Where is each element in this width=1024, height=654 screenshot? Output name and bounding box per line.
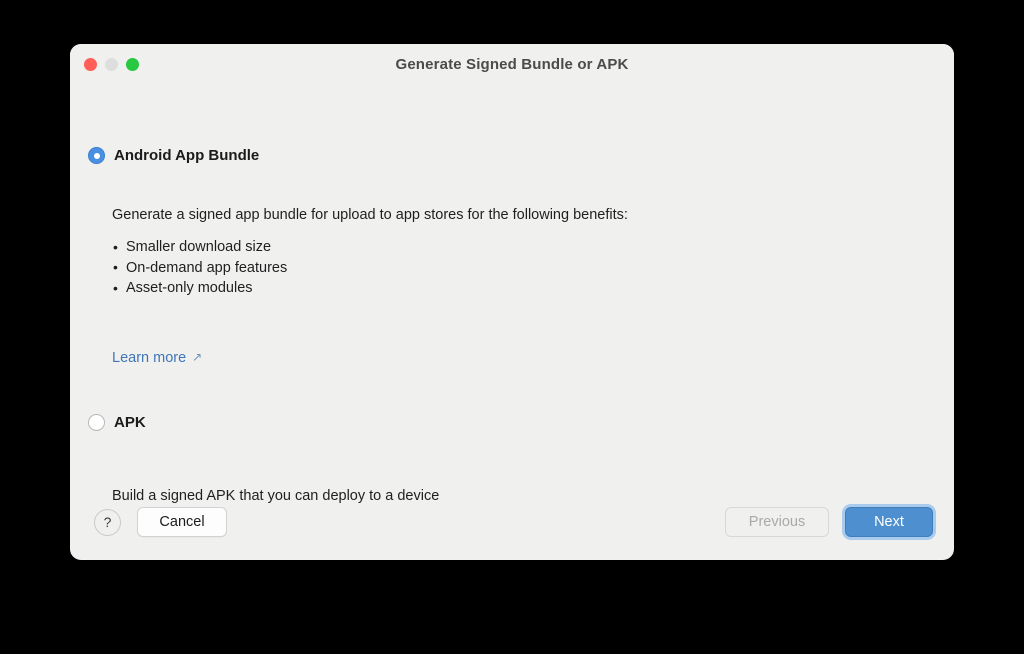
previous-button[interactable]: Previous [725, 507, 829, 537]
external-link-arrow-icon: ↗ [192, 350, 203, 364]
dialog-footer: ? Cancel Previous Next [70, 488, 954, 560]
list-item: Smaller download size [112, 237, 287, 258]
window-titlebar: Generate Signed Bundle or APK [70, 44, 954, 86]
dialog-content: Android App Bundle Generate a signed app… [70, 86, 954, 560]
learn-more-label: Learn more [112, 350, 187, 366]
learn-more-link[interactable]: Learn more ↗ [112, 350, 202, 366]
help-button[interactable]: ? [94, 508, 121, 536]
footer-left-group: ? Cancel [94, 507, 227, 537]
next-button[interactable]: Next [845, 507, 933, 537]
cancel-button[interactable]: Cancel [137, 507, 227, 537]
radio-label-apk: APK [114, 414, 146, 431]
radio-option-android-app-bundle[interactable]: Android App Bundle [88, 147, 259, 164]
screen: Generate Signed Bundle or APK Android Ap… [0, 0, 1024, 654]
radio-button-apk-icon[interactable] [88, 414, 105, 431]
generate-signed-bundle-dialog: Generate Signed Bundle or APK Android Ap… [70, 44, 954, 560]
window-title: Generate Signed Bundle or APK [395, 56, 629, 73]
radio-label-android-app-bundle: Android App Bundle [114, 147, 260, 164]
bundle-benefits-list: Smaller download size On-demand app feat… [112, 237, 287, 299]
footer-right-group: Previous Next [725, 507, 933, 537]
bundle-description: Generate a signed app bundle for upload … [112, 207, 628, 223]
radio-button-android-app-bundle-icon[interactable] [88, 147, 105, 164]
list-item: Asset-only modules [112, 278, 287, 299]
radio-option-apk[interactable]: APK [88, 414, 146, 431]
list-item: On-demand app features [112, 257, 287, 279]
